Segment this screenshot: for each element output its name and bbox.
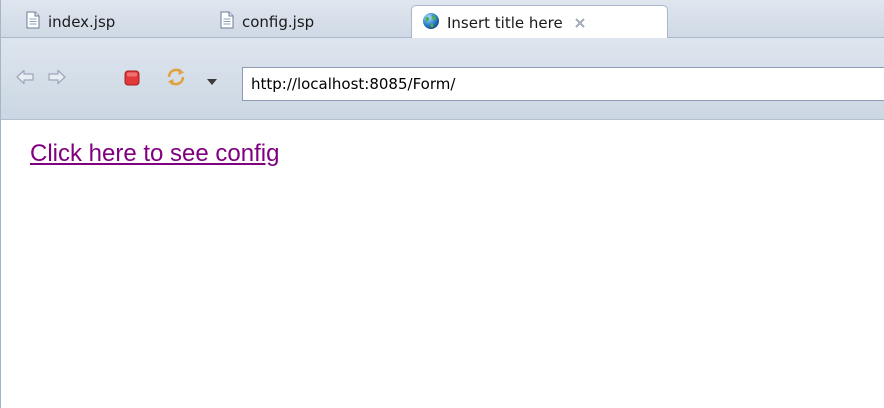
refresh-button[interactable]: [165, 68, 187, 90]
jsp-file-icon: [219, 11, 235, 33]
tab-label: Insert title here: [447, 13, 563, 32]
globe-icon: [422, 12, 440, 34]
page-content: Click here to see config: [1, 120, 884, 408]
url-bar[interactable]: [242, 67, 884, 101]
arrow-right-icon: [47, 68, 67, 90]
editor-tab-strip: index.jsp config.jsp Insert title here: [1, 0, 884, 39]
tab-index-jsp[interactable]: index.jsp: [15, 6, 187, 38]
tab-label: config.jsp: [242, 13, 315, 31]
history-dropdown-button[interactable]: [205, 69, 219, 91]
stop-button[interactable]: [121, 69, 143, 91]
refresh-icon: [165, 67, 187, 91]
tab-insert-title-here[interactable]: Insert title here: [411, 5, 668, 39]
close-icon[interactable]: [573, 16, 587, 30]
browser-frame: index.jsp config.jsp Insert title here h…: [0, 0, 884, 408]
chevron-down-icon: [206, 71, 218, 90]
back-button[interactable]: [14, 68, 36, 90]
jsp-file-icon: [25, 11, 41, 33]
forward-button[interactable]: [46, 68, 68, 90]
config-link[interactable]: Click here to see config: [30, 140, 279, 168]
navigation-toolbar: [1, 38, 884, 120]
stop-icon: [123, 69, 141, 91]
arrow-left-icon: [15, 68, 35, 90]
tab-label: index.jsp: [48, 13, 116, 31]
tab-config-jsp[interactable]: config.jsp: [209, 6, 399, 38]
url-input[interactable]: [251, 75, 851, 93]
